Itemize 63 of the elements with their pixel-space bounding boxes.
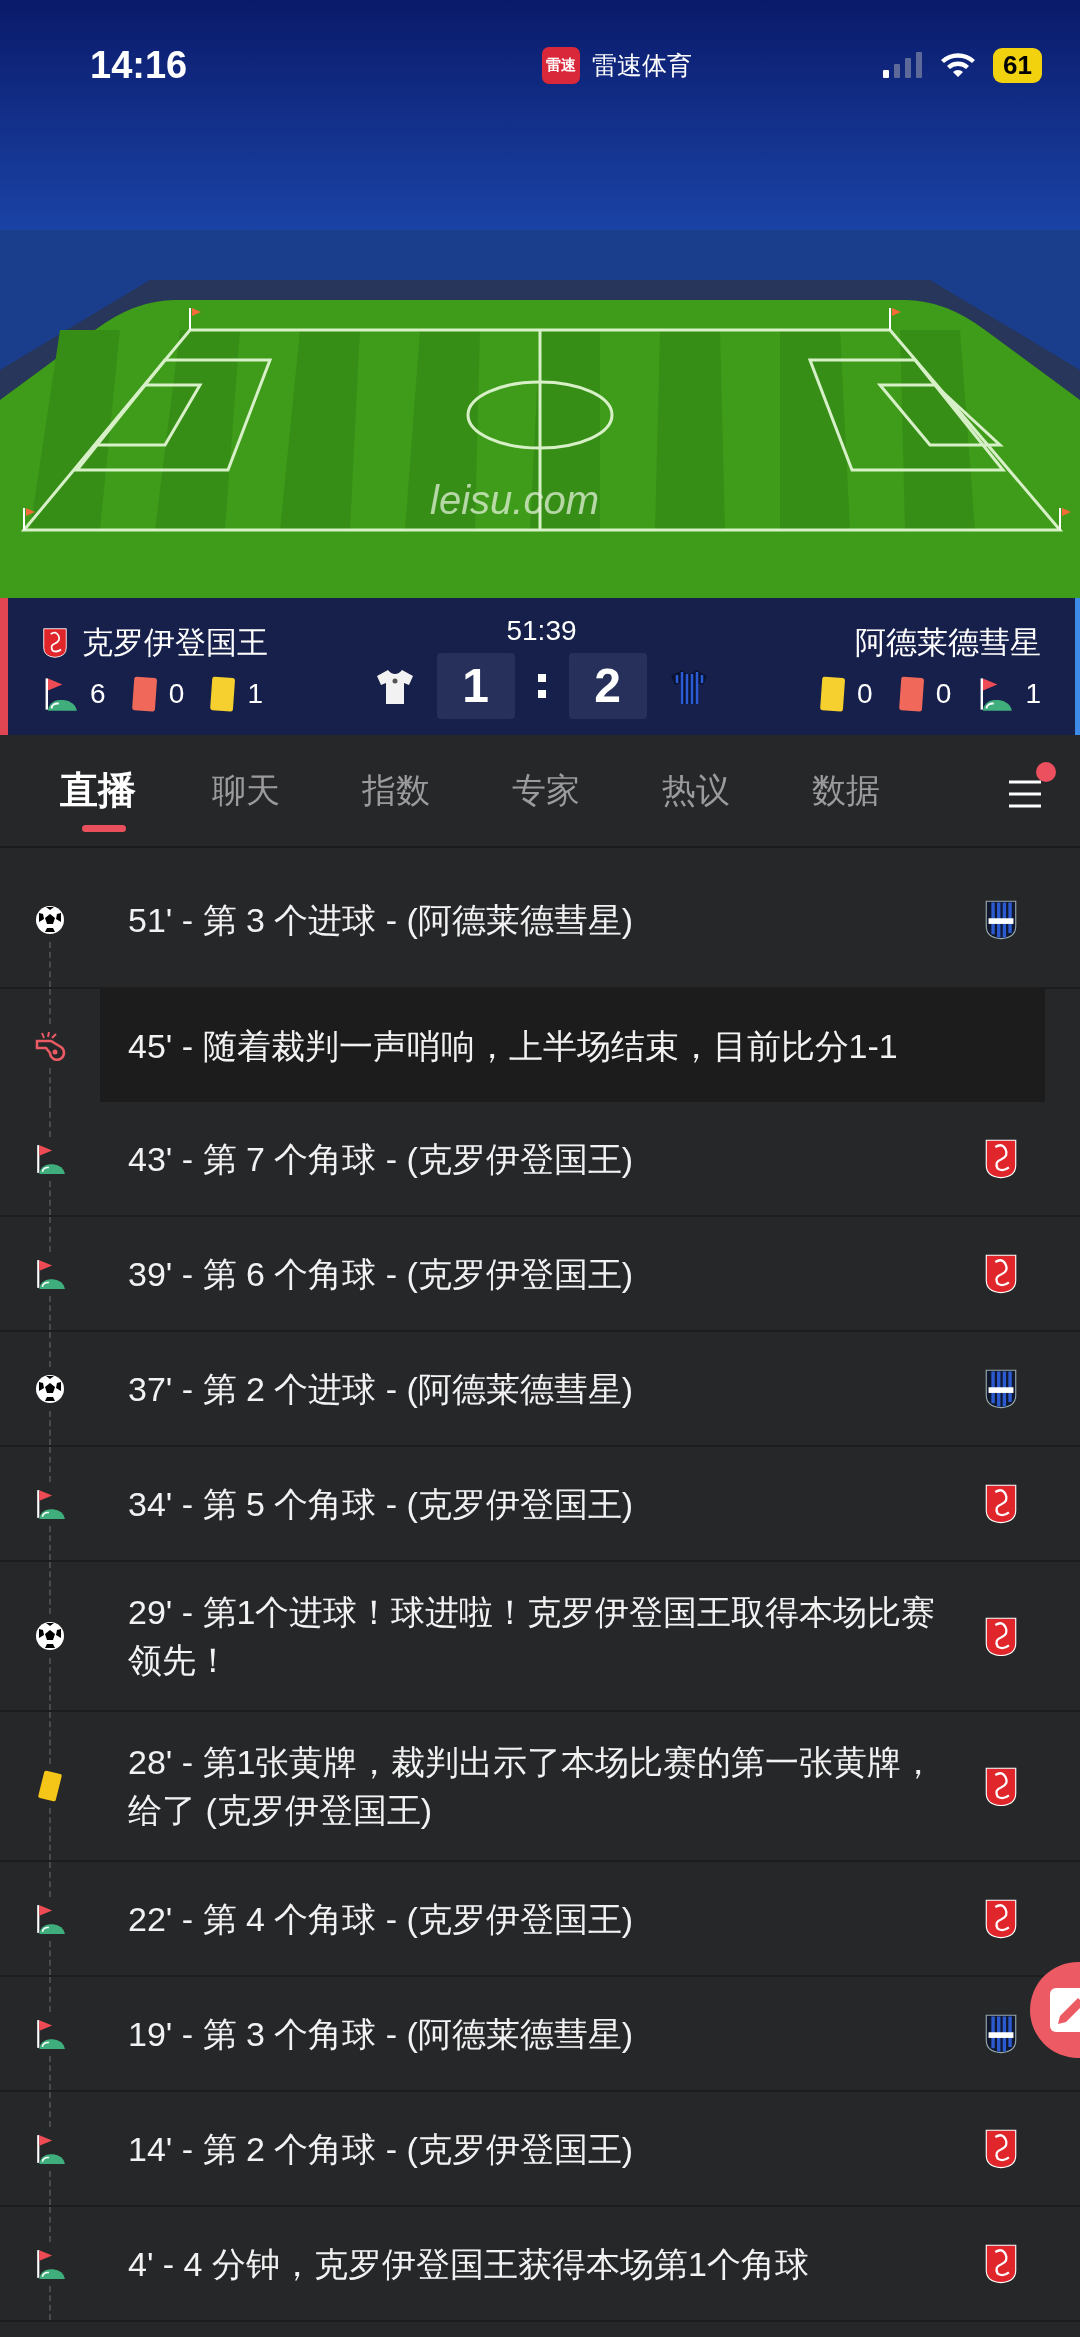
booking-card-icon xyxy=(819,675,846,712)
event-text: 51' - 第 3 个进球 - (阿德莱德彗星) xyxy=(128,899,635,941)
status-time: 14:16 xyxy=(90,43,189,87)
corner-flag-icon xyxy=(34,1902,66,1935)
away-team-name: 阿德莱德彗星 xyxy=(855,623,1041,662)
event-text: 29' - 第1个进球！球进啦！克罗伊登国王取得本场比赛领先！ xyxy=(128,1592,937,1681)
signal-icon xyxy=(883,51,924,79)
team-badge-icon xyxy=(984,2128,1018,2169)
team-badge-icon xyxy=(984,2013,1018,2054)
pencil-icon xyxy=(1050,1988,1080,2032)
event-text: 28' - 第1张黄牌，裁判出示了本场比赛的第一张黄牌，给了 (克罗伊登国王) xyxy=(128,1742,937,1831)
event-text: 43' - 第 7 个角球 - (克罗伊登国王) xyxy=(128,1138,635,1180)
football-icon xyxy=(35,1621,65,1651)
corner-flag-icon xyxy=(34,2017,66,2050)
team-badge-icon xyxy=(984,1253,1018,1294)
corner-flag-icon xyxy=(34,1487,66,1520)
football-icon xyxy=(35,904,65,935)
corner-count: 6 xyxy=(90,677,106,710)
booking-count: 1 xyxy=(247,677,264,710)
football-icon xyxy=(35,1373,65,1404)
sending-off-card-icon xyxy=(131,675,157,712)
event-text: 39' - 第 6 个角球 - (克罗伊登国王) xyxy=(128,1253,635,1295)
event-text: 4' - 4 分钟，克罗伊登国王获得本场第1个角球 xyxy=(128,2243,810,2285)
event-text: 45' - 随着裁判一声哨响，上半场结束，目前比分1-1 xyxy=(128,1025,899,1067)
corner-flag-icon xyxy=(34,1257,66,1290)
home-team-name: 克罗伊登国王 xyxy=(82,623,268,662)
event-text: 37' - 第 2 个进球 - (阿德莱德彗星) xyxy=(128,1368,635,1410)
team-badge-icon xyxy=(42,626,68,659)
team-badge-icon xyxy=(984,1483,1018,1524)
whistle-icon xyxy=(34,1030,66,1061)
event-text: 14' - 第 2 个角球 - (克罗伊登国王) xyxy=(128,2128,635,2170)
team-badge-icon xyxy=(984,1765,1018,1807)
team-badge-icon xyxy=(984,1615,1018,1657)
tab[interactable]: 专家 xyxy=(490,750,640,831)
corner-flag-icon xyxy=(34,2132,66,2165)
booking-card-icon xyxy=(210,675,236,712)
team-badge-icon xyxy=(984,1368,1018,1409)
app-name: 雷速体育 xyxy=(591,49,692,81)
event-text: 22' - 第 4 个角球 - (克罗伊登国王) xyxy=(128,1898,635,1940)
tab[interactable]: 直播 xyxy=(40,750,190,831)
corner-flag-icon xyxy=(34,2247,66,2280)
sending-off-count: 0 xyxy=(168,677,185,710)
menu-icon xyxy=(1008,780,1042,808)
corner-flag-icon xyxy=(34,1142,66,1175)
away-score: 2 xyxy=(568,652,647,719)
team-badge-icon xyxy=(984,1898,1018,1939)
sending-off-count: 0 xyxy=(935,677,952,710)
tab[interactable]: 热议 xyxy=(640,750,790,831)
battery-indicator: 61 xyxy=(993,47,1042,83)
corner-count: 1 xyxy=(1025,677,1041,710)
tab[interactable]: 指数 xyxy=(340,750,490,831)
team-badge-icon xyxy=(984,1138,1018,1179)
tab[interactable]: 聊天 xyxy=(190,750,340,831)
match-time: 51:39 xyxy=(506,614,577,647)
wifi-icon xyxy=(939,51,978,79)
team-badge-icon xyxy=(984,899,1018,940)
tab[interactable]: 数据 xyxy=(790,750,940,831)
event-text: 34' - 第 5 个角球 - (克罗伊登国王) xyxy=(128,1483,635,1525)
home-score: 1 xyxy=(436,652,515,719)
team-badge-icon xyxy=(984,2243,1018,2284)
booking-count: 0 xyxy=(857,677,873,710)
sending-off-card-icon xyxy=(898,675,924,712)
event-text: 19' - 第 3 个角球 - (阿德莱德彗星) xyxy=(128,2013,635,2055)
